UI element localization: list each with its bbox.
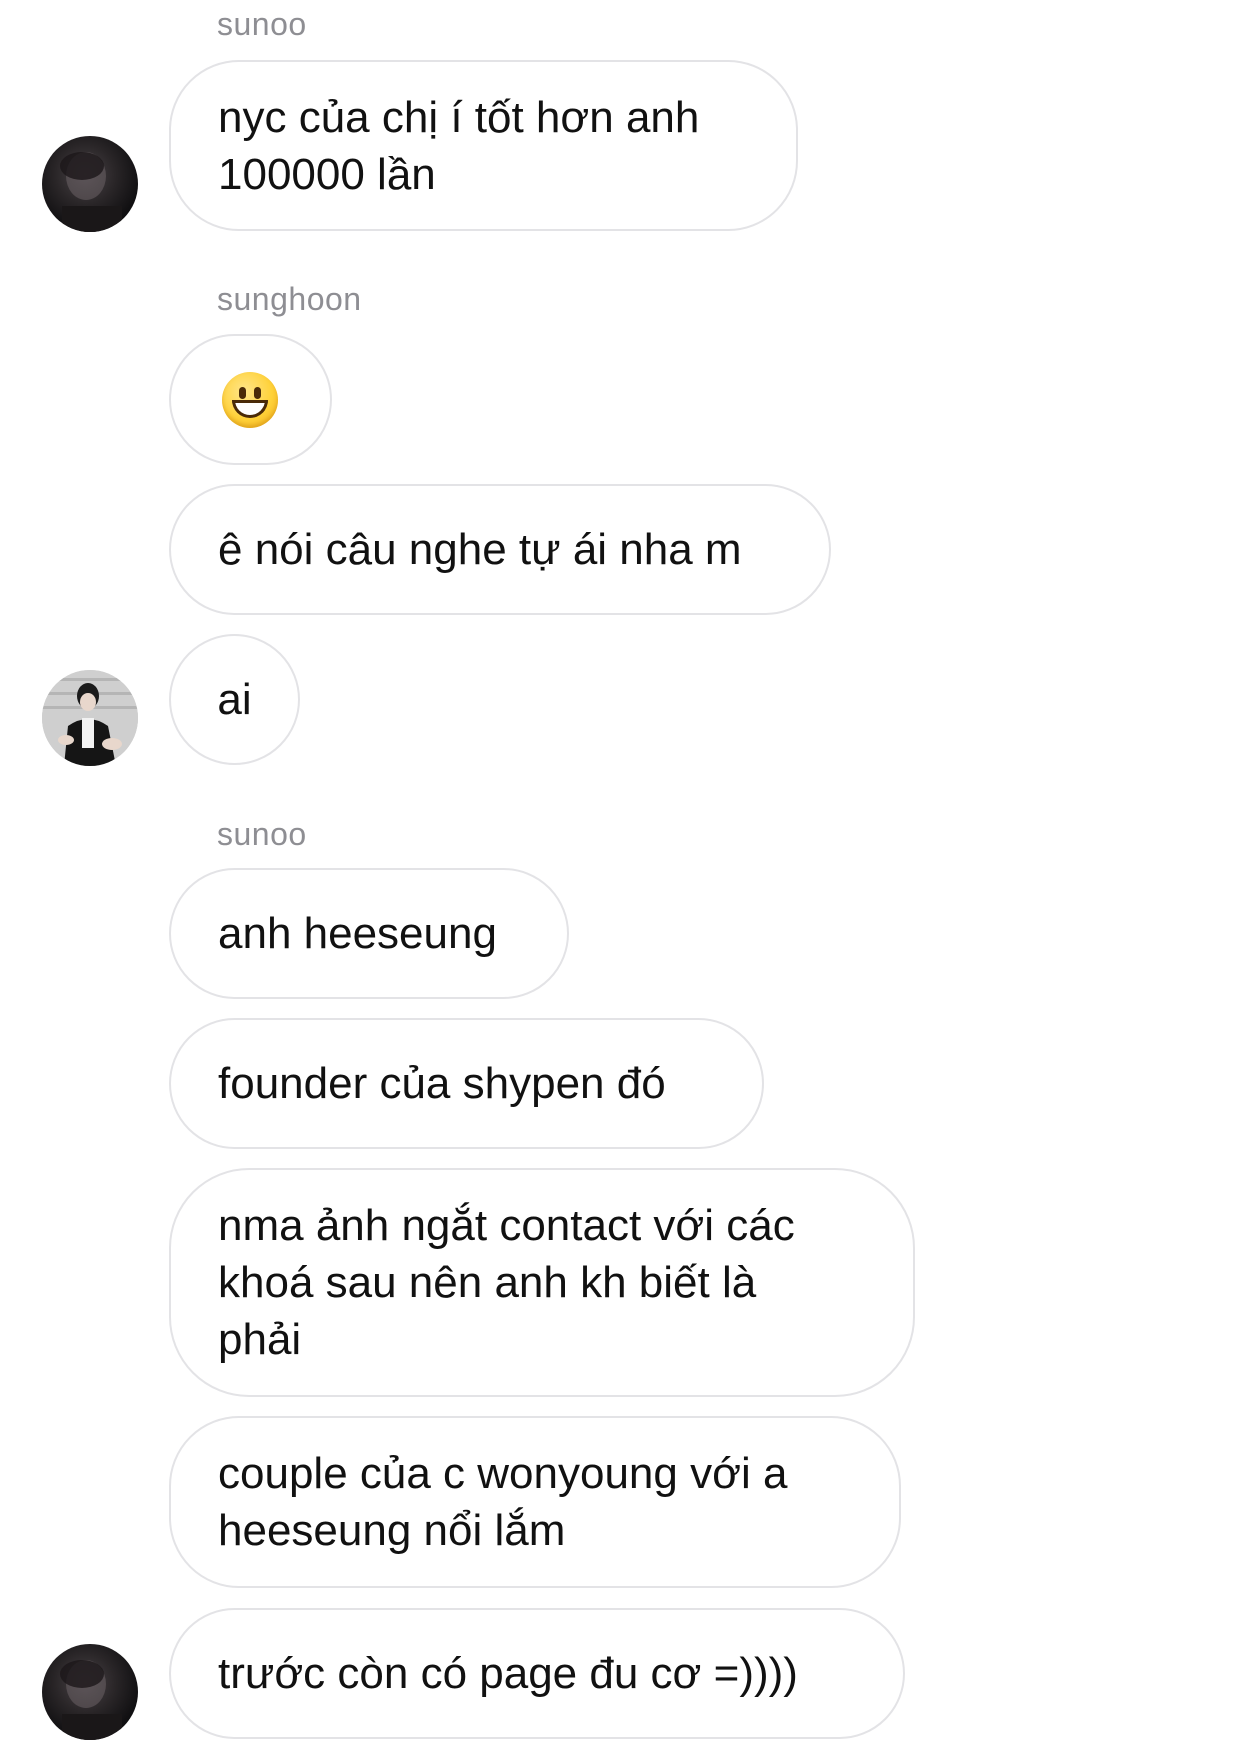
message-bubble[interactable]: nma ảnh ngắt contact với các khoá sau nê… [169,1168,915,1397]
message-text: nyc của chị í tốt hơn anh 100000 lần [218,92,700,199]
message-text: anh heeseung [218,909,497,958]
message-bubble[interactable]: trước còn có page đu cơ =)))) [169,1608,905,1739]
sender-name: sunoo [217,6,307,42]
message-bubble[interactable]: nyc của chị í tốt hơn anh 100000 lần [169,60,798,231]
sender-name: sunghoon [217,281,362,317]
message-text: ê nói câu nghe tự ái nha m [218,525,742,574]
sender-name: sunoo [217,816,307,852]
message-bubble[interactable]: ê nói câu nghe tự ái nha m [169,484,831,615]
message-text: nma ảnh ngắt contact với các khoá sau nê… [218,1201,795,1364]
message-text: trước còn có page đu cơ =)))) [218,1649,798,1698]
message-bubble[interactable]: couple của c wonyoung với a heeseung nổi… [169,1416,901,1588]
grinning-face-icon [221,371,278,428]
message-bubble-emoji[interactable] [169,334,332,465]
message-bubble[interactable]: ai [169,634,300,765]
message-text: ai [217,675,252,724]
message-text: couple của c wonyoung với a heeseung nổi… [218,1449,788,1555]
avatar-sunghoon[interactable] [42,670,138,766]
avatar-image [60,1660,122,1740]
message-bubble[interactable]: anh heeseung [169,868,569,999]
message-text: founder của shypen đó [218,1059,666,1108]
avatar-sunoo[interactable] [42,136,138,232]
avatar-sunoo[interactable] [42,1644,138,1740]
avatar-image [60,152,122,232]
message-bubble[interactable]: founder của shypen đó [169,1018,764,1149]
avatar-image [42,670,138,766]
